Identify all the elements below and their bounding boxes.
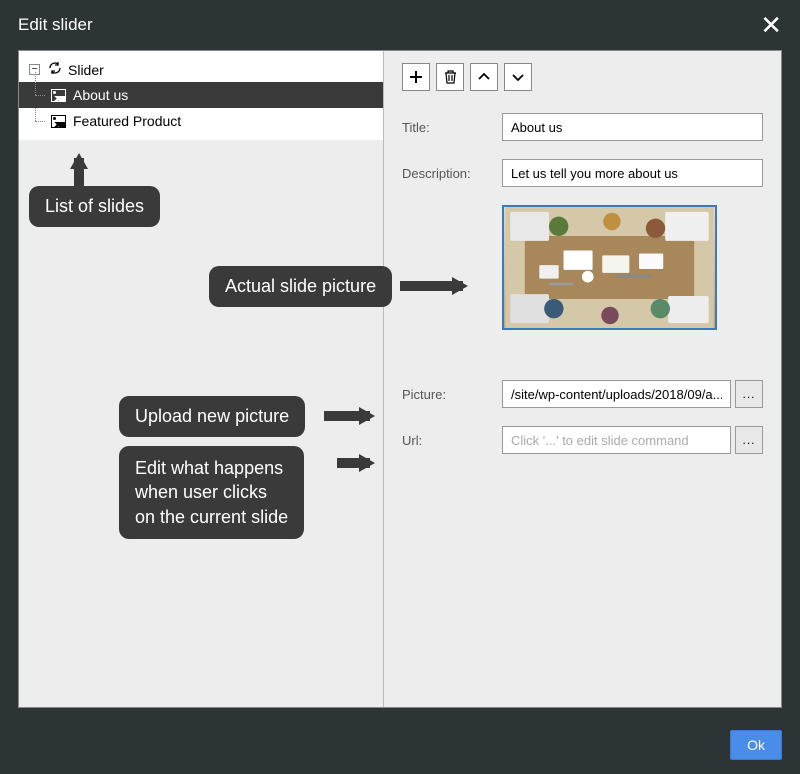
chevron-up-icon bbox=[478, 73, 490, 81]
refresh-icon bbox=[48, 61, 62, 78]
content-area: − Slider About us Featured Product bbox=[18, 50, 782, 708]
browse-url-button[interactable]: ... bbox=[735, 426, 763, 454]
image-icon bbox=[51, 115, 66, 128]
annotation-arrow bbox=[69, 146, 89, 186]
annotation-callout-list: List of slides bbox=[29, 186, 160, 227]
footer: Ok bbox=[0, 720, 800, 774]
annotation-arrow bbox=[400, 276, 475, 296]
close-icon[interactable]: ✕ bbox=[760, 12, 782, 38]
title-row: Title: bbox=[402, 113, 763, 141]
annotation-arrow bbox=[324, 406, 382, 426]
trash-icon bbox=[444, 70, 457, 84]
picture-input[interactable] bbox=[502, 380, 731, 408]
browse-picture-button[interactable]: ... bbox=[735, 380, 763, 408]
url-row: Url: ... bbox=[402, 426, 763, 454]
plus-icon bbox=[409, 70, 423, 84]
left-panel: − Slider About us Featured Product bbox=[19, 51, 384, 707]
preview-illustration bbox=[504, 207, 715, 328]
annotation-callout-edit: Edit what happens when user clicks on th… bbox=[119, 446, 304, 539]
tree-item-featured-product[interactable]: Featured Product bbox=[19, 108, 383, 134]
dialog-title: Edit slider bbox=[18, 15, 93, 35]
title-label: Title: bbox=[402, 120, 502, 135]
annotation-arrow bbox=[337, 453, 382, 473]
add-button[interactable] bbox=[402, 63, 430, 91]
description-row: Description: bbox=[402, 159, 763, 187]
slide-tree: − Slider About us Featured Product bbox=[19, 51, 383, 140]
move-up-button[interactable] bbox=[470, 63, 498, 91]
tree-root[interactable]: − Slider bbox=[19, 57, 383, 82]
chevron-down-icon bbox=[512, 73, 524, 81]
url-input-group: ... bbox=[502, 426, 763, 454]
url-label: Url: bbox=[402, 433, 502, 448]
tree-children: About us Featured Product bbox=[19, 82, 383, 134]
annotation-callout-actual: Actual slide picture bbox=[209, 266, 392, 307]
picture-label: Picture: bbox=[402, 387, 502, 402]
description-input[interactable] bbox=[502, 159, 763, 187]
titlebar: Edit slider ✕ bbox=[0, 0, 800, 50]
description-label: Description: bbox=[402, 166, 502, 181]
dialog: Edit slider ✕ − Slider About us bbox=[0, 0, 800, 774]
tree-item-about-us[interactable]: About us bbox=[19, 82, 383, 108]
title-input[interactable] bbox=[502, 113, 763, 141]
picture-input-group: ... bbox=[502, 380, 763, 408]
image-icon bbox=[51, 89, 66, 102]
picture-row: Picture: ... bbox=[402, 380, 763, 408]
slide-preview-image[interactable] bbox=[502, 205, 717, 330]
tree-root-label: Slider bbox=[68, 62, 104, 78]
annotation-callout-upload: Upload new picture bbox=[119, 396, 305, 437]
toolbar bbox=[402, 63, 763, 91]
url-input[interactable] bbox=[502, 426, 731, 454]
delete-button[interactable] bbox=[436, 63, 464, 91]
tree-item-label: About us bbox=[73, 87, 128, 103]
tree-item-label: Featured Product bbox=[73, 113, 181, 129]
ok-button[interactable]: Ok bbox=[730, 730, 782, 760]
right-panel: Title: Description: bbox=[384, 51, 781, 707]
move-down-button[interactable] bbox=[504, 63, 532, 91]
